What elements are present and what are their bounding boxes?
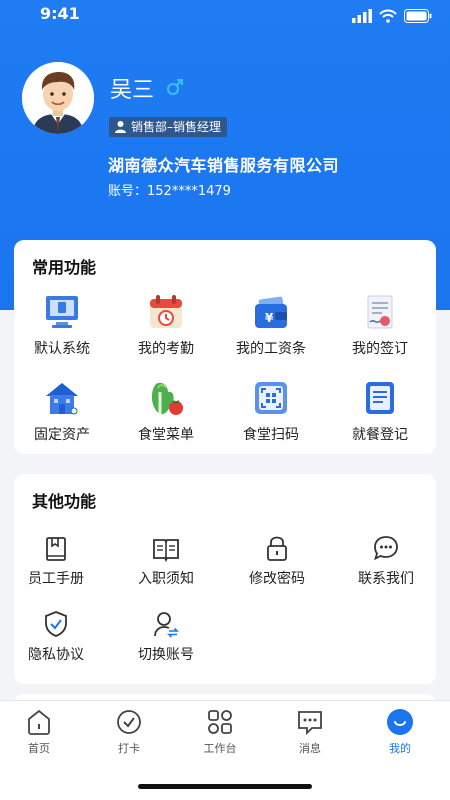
menu-item-label: 切换账号 — [138, 647, 194, 663]
menu-item-switch-account[interactable]: 切换账号 — [116, 594, 216, 664]
card-title: 常用功能 — [32, 258, 97, 277]
menu-item-label: 我的工资条 — [236, 341, 306, 357]
lock-icon — [267, 536, 287, 561]
menu-item-attendance[interactable]: 我的考勤 — [116, 288, 216, 358]
menu-item-change-password[interactable]: 修改密码 — [227, 518, 327, 588]
wallet-icon: ¥ — [255, 296, 287, 328]
building-icon — [46, 383, 78, 415]
svg-text:¥: ¥ — [265, 311, 274, 325]
menu-item-label: 入职须知 — [138, 571, 194, 587]
workbench-icon — [208, 710, 232, 734]
menu-item-default-system[interactable]: 默认系统 — [12, 288, 112, 358]
check-in-icon — [117, 710, 141, 734]
tab-label: 消息 — [299, 742, 321, 755]
menu-item-employee-handbook[interactable]: 员工手册 — [6, 518, 106, 588]
menu-item-fixed-assets[interactable]: 固定资产 — [12, 374, 112, 444]
menu-item-label: 食堂扫码 — [243, 427, 299, 443]
home-indicator — [138, 784, 312, 789]
menu-item-label: 就餐登记 — [352, 427, 408, 443]
profile-icon — [387, 709, 413, 735]
scan-icon — [255, 382, 287, 414]
person-icon — [115, 121, 126, 133]
menu-item-label: 联系我们 — [358, 571, 414, 587]
signal-icon — [352, 9, 372, 23]
menu-item-label: 我的考勤 — [138, 341, 194, 357]
menu-item-label: 修改密码 — [249, 571, 305, 587]
tab-profile[interactable]: 我的 — [365, 707, 435, 756]
male-gender-icon — [167, 79, 183, 95]
battery-icon — [404, 9, 432, 23]
other-functions-card: 其他功能 员工手册 入职须知 修改密码 联系我们 隐私协议 切换账号 — [14, 474, 436, 684]
vegetable-icon — [151, 382, 183, 415]
menu-item-label: 我的签订 — [352, 341, 408, 357]
tab-label: 首页 — [28, 742, 50, 755]
department-badge: 销售部–销售经理 — [109, 117, 228, 137]
tab-workbench[interactable]: 工作台 — [185, 707, 255, 756]
tab-check-in[interactable]: 打卡 — [94, 707, 164, 756]
menu-item-label: 固定资产 — [34, 427, 90, 443]
message-icon — [298, 711, 322, 736]
shield-icon — [45, 611, 67, 637]
status-icons — [352, 9, 432, 23]
open-book-icon — [153, 539, 179, 562]
common-functions-card: 常用功能 默认系统 我的考勤 ¥ 我的工资条 我的签订 固定资产 食堂菜单 食堂… — [14, 240, 436, 454]
menu-item-label: 员工手册 — [28, 571, 84, 587]
tab-label: 我的 — [389, 742, 411, 755]
chat-icon — [374, 536, 398, 561]
contract-icon — [367, 295, 393, 329]
handbook-icon — [46, 537, 66, 561]
register-icon — [366, 382, 394, 414]
tab-label: 打卡 — [118, 742, 140, 755]
menu-item-label: 默认系统 — [34, 341, 90, 357]
menu-item-contracts[interactable]: 我的签订 — [330, 288, 430, 358]
card-title: 其他功能 — [32, 492, 97, 511]
menu-item-label: 食堂菜单 — [138, 427, 194, 443]
tab-label: 工作台 — [203, 742, 237, 755]
calendar-icon — [150, 295, 182, 328]
menu-item-label: 隐私协议 — [28, 647, 84, 663]
menu-item-meal-register[interactable]: 就餐登记 — [330, 374, 430, 444]
status-time: 9:41 — [40, 4, 80, 23]
menu-item-onboarding-notes[interactable]: 入职须知 — [116, 518, 216, 588]
status-bar: 9:41 — [0, 0, 450, 34]
menu-item-privacy-agreement[interactable]: 隐私协议 — [6, 594, 106, 664]
menu-item-payslip[interactable]: ¥ 我的工资条 — [221, 288, 321, 358]
menu-item-canteen-scan[interactable]: 食堂扫码 — [221, 374, 321, 444]
avatar[interactable] — [22, 62, 94, 134]
account-number: 账号：152****1479 — [108, 184, 231, 199]
tab-messages[interactable]: 消息 — [275, 707, 345, 756]
monitor-icon — [46, 296, 78, 328]
menu-item-canteen-menu[interactable]: 食堂菜单 — [116, 374, 216, 444]
department-label: 销售部–销售经理 — [131, 120, 222, 134]
home-icon — [28, 709, 50, 735]
wifi-icon — [379, 9, 397, 23]
switch-user-icon — [154, 612, 179, 638]
menu-item-contact-us[interactable]: 联系我们 — [336, 518, 436, 588]
company-name: 湖南德众汽车销售服务有限公司 — [108, 156, 340, 175]
tab-home[interactable]: 首页 — [4, 707, 74, 756]
user-name: 吴三 — [110, 78, 155, 103]
